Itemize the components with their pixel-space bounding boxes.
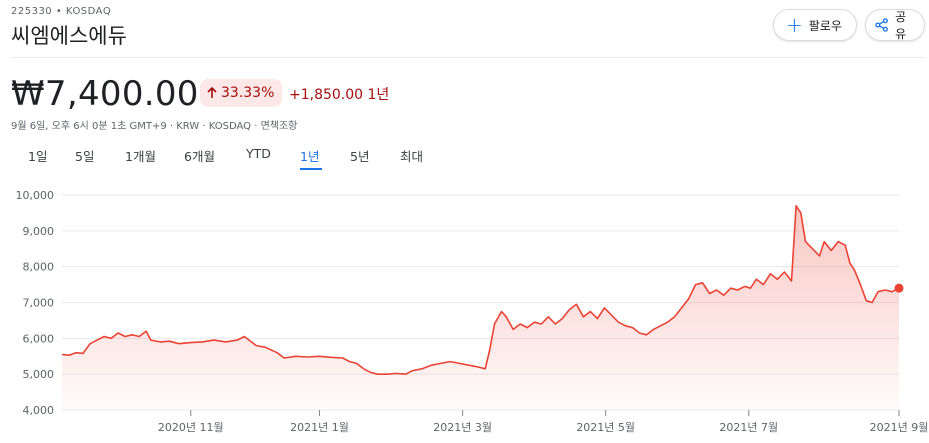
x-tick-label: 2021년 3월 xyxy=(433,421,492,434)
arrow-up-icon xyxy=(207,87,217,98)
range-1m[interactable]: 1개월 xyxy=(125,146,156,165)
range-ytd[interactable]: YTD xyxy=(246,146,271,161)
ticker-label: 225330 • KOSDAQ xyxy=(11,6,112,17)
y-tick-label: 8,000 xyxy=(23,261,55,274)
follow-label: 팔로우 xyxy=(808,18,842,33)
x-tick-label: 2020년 11월 xyxy=(158,421,224,434)
y-tick-label: 6,000 xyxy=(23,332,55,345)
x-axis: 2020년 11월 2021년 1월 2021년 3월 2021년 5월 2021년 7… xyxy=(158,410,928,434)
follow-button[interactable]: + 팔로우 xyxy=(773,9,857,41)
absolute-change: +1,850.00 1년 xyxy=(289,87,390,103)
y-tick-label: 10,000 xyxy=(16,189,55,202)
range-1d[interactable]: 1일 xyxy=(28,146,47,165)
share-icon xyxy=(875,18,888,32)
y-axis: 4,000 5,000 6,000 7,000 8,000 9,000 10,000 xyxy=(16,189,55,417)
price-chart: 4,000 5,000 6,000 7,000 8,000 9,000 10,000 202… xyxy=(16,189,929,434)
percent-change-value: 33.33% xyxy=(221,85,275,101)
share-button[interactable]: 공유 xyxy=(865,9,925,41)
range-max[interactable]: 최대 xyxy=(400,146,423,165)
range-5d[interactable]: 5일 xyxy=(75,146,94,165)
plus-icon: + xyxy=(786,13,803,37)
header-divider xyxy=(11,57,925,58)
last-price-dot xyxy=(894,283,904,293)
percent-change-badge: 33.33% xyxy=(200,79,283,107)
price-area xyxy=(62,205,899,410)
x-tick-label: 2021년 5월 xyxy=(576,421,635,434)
y-tick-label: 7,000 xyxy=(23,297,55,310)
active-range-underline xyxy=(300,168,322,170)
range-6m[interactable]: 6개월 xyxy=(184,146,215,165)
x-tick-label: 2021년 7월 xyxy=(719,421,778,434)
y-tick-label: 5,000 xyxy=(23,368,55,381)
x-tick-label: 2021년 9월 xyxy=(870,421,929,434)
y-tick-label: 9,000 xyxy=(23,225,55,238)
quote-meta: 9월 6일, 오후 6시 0분 1초 GMT+9 · KRW · KOSDAQ … xyxy=(11,121,298,132)
x-tick-label: 2021년 1월 xyxy=(290,421,349,434)
company-name: 씨엠에스에듀 xyxy=(11,24,127,48)
current-price: ₩7,400.00 xyxy=(11,74,199,114)
range-1y[interactable]: 1년 xyxy=(300,146,319,165)
range-5y[interactable]: 5년 xyxy=(350,146,369,165)
share-label: 공유 xyxy=(895,10,907,41)
y-tick-label: 4,000 xyxy=(23,404,55,417)
